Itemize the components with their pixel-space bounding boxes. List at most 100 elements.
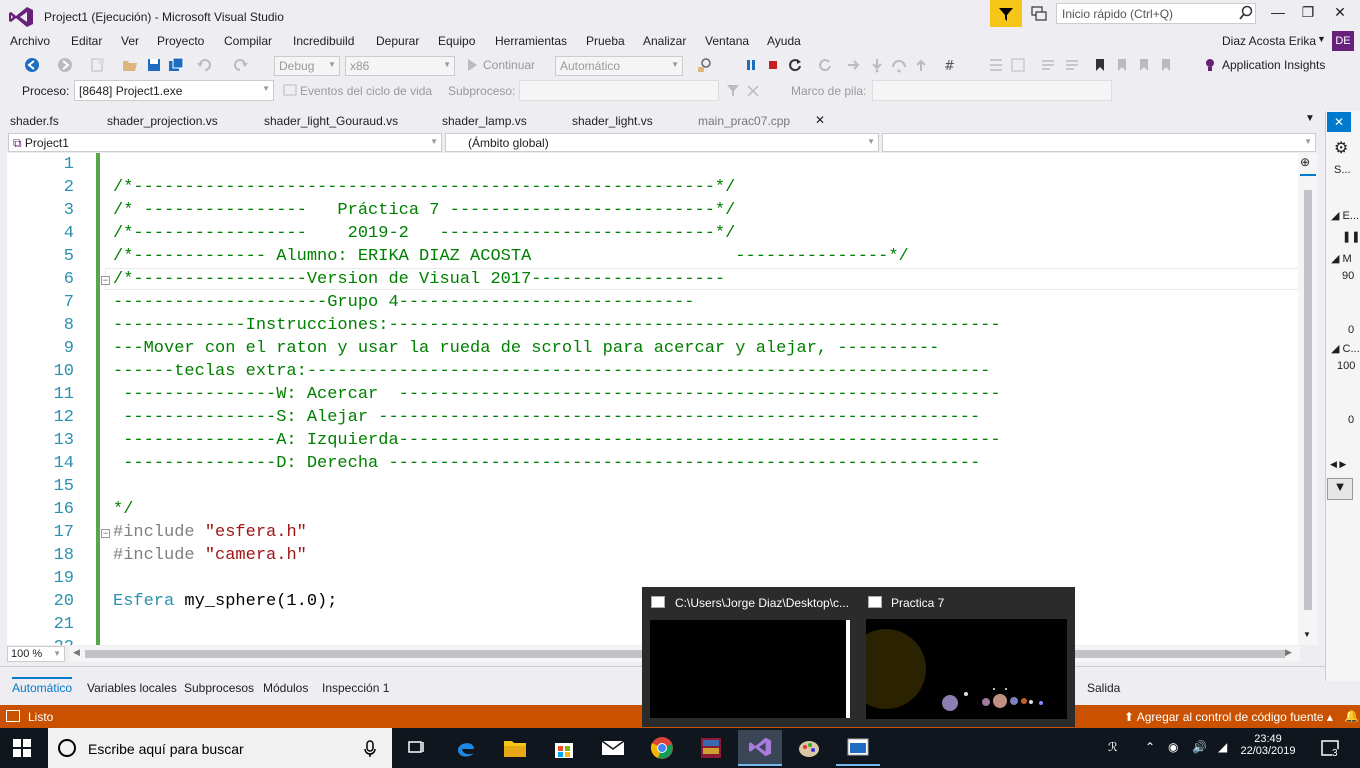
- menu-proyecto[interactable]: Proyecto: [157, 34, 204, 48]
- menu-ver[interactable]: Ver: [121, 34, 139, 48]
- chevron-down-icon[interactable]: ▼: [1305, 113, 1315, 124]
- tab-shader-fs[interactable]: shader.fs: [10, 111, 59, 131]
- threads-icon[interactable]: [988, 57, 1004, 73]
- opengl-scene-thumbnail[interactable]: [866, 619, 1067, 719]
- flag-threads-icon[interactable]: [746, 84, 760, 98]
- menu-equipo[interactable]: Equipo: [438, 34, 475, 48]
- chevron-up-icon[interactable]: ⌃: [1145, 740, 1155, 754]
- restore-button[interactable]: ❐: [1294, 4, 1322, 24]
- tab-inspeccion[interactable]: Inspección 1: [322, 681, 389, 695]
- tab-shader-light[interactable]: shader_light.vs: [572, 111, 653, 131]
- restart-icon[interactable]: [787, 57, 803, 73]
- application-insights-button[interactable]: Application Insights: [1222, 58, 1325, 72]
- scroll-left-icon[interactable]: ◀: [73, 647, 80, 658]
- navigate-forward-icon[interactable]: [57, 57, 73, 73]
- menu-editar[interactable]: Editar: [71, 34, 102, 48]
- chrome-icon[interactable]: [640, 730, 684, 766]
- quick-launch-input[interactable]: Inicio rápido (Ctrl+Q): [1056, 3, 1256, 24]
- console-preview-thumbnail[interactable]: [650, 620, 850, 718]
- chevron-down-icon[interactable]: ▼: [1317, 34, 1326, 44]
- code-editor[interactable]: 1 2 3 4 5 6 7 8 9 10 11 12 13 14 15 16 1…: [7, 153, 1317, 645]
- solution-platform-select[interactable]: x86 ▼: [345, 56, 455, 76]
- windows-start-icon[interactable]: [12, 738, 32, 758]
- scroll-right-icon[interactable]: ▶: [1285, 647, 1292, 658]
- paint-icon[interactable]: [787, 730, 831, 766]
- preview-title-console[interactable]: C:\Users\Jorge Diaz\Desktop\c...: [675, 596, 849, 610]
- stop-icon[interactable]: [765, 57, 781, 73]
- tab-modulos[interactable]: Módulos: [263, 681, 308, 695]
- tab-shader-light-gouraud[interactable]: shader_light_Gouraud.vs: [264, 111, 398, 131]
- menu-herramientas[interactable]: Herramientas: [495, 34, 567, 48]
- tab-automatico[interactable]: Automático: [12, 677, 73, 695]
- collapse-icon[interactable]: −: [101, 529, 110, 538]
- search-icon[interactable]: [1238, 5, 1254, 21]
- tab-subprocesos[interactable]: Subprocesos: [184, 681, 254, 695]
- store-icon[interactable]: [542, 730, 586, 766]
- visual-studio-taskbar-icon[interactable]: [738, 730, 782, 766]
- breakpoint-list-icon[interactable]: [1010, 57, 1026, 73]
- action-center-icon[interactable]: [1320, 738, 1342, 760]
- stack-frame-select[interactable]: [872, 80, 1112, 101]
- feedback-icon[interactable]: [1030, 5, 1048, 23]
- save-icon[interactable]: [146, 57, 162, 73]
- step-over-icon[interactable]: [891, 57, 907, 73]
- events-section[interactable]: ◢ E...: [1331, 209, 1359, 222]
- file-explorer-icon[interactable]: [493, 730, 537, 766]
- minimize-button[interactable]: —: [1264, 4, 1292, 24]
- step-out-icon[interactable]: [913, 57, 929, 73]
- tab-shader-projection[interactable]: shader_projection.vs: [107, 111, 218, 131]
- user-avatar[interactable]: DE: [1332, 31, 1354, 51]
- play-icon[interactable]: [464, 57, 480, 73]
- task-view-icon[interactable]: [395, 730, 439, 766]
- show-next-statement-icon[interactable]: [846, 57, 862, 73]
- pause-icon[interactable]: [743, 57, 759, 73]
- pause-icon[interactable]: ❚❚: [1342, 230, 1360, 243]
- uncomment-icon[interactable]: [1064, 57, 1080, 73]
- new-project-icon[interactable]: [89, 57, 105, 73]
- solution-config-select[interactable]: Debug ▼: [274, 56, 340, 76]
- undo-icon[interactable]: [197, 57, 213, 73]
- save-all-icon[interactable]: [168, 57, 184, 73]
- source-control-button[interactable]: ⬆ Agregar al control de código fuente ▴: [1124, 710, 1333, 724]
- people-icon[interactable]: ℛ: [1108, 740, 1118, 754]
- filter-button[interactable]: ▼: [1327, 478, 1353, 500]
- mail-icon[interactable]: [591, 730, 635, 766]
- opengl-window-taskbar-icon[interactable]: [836, 730, 880, 766]
- scrollbar-thumb[interactable]: [1304, 190, 1312, 610]
- zoom-select[interactable]: 100 % ▼: [7, 646, 65, 662]
- close-icon[interactable]: ✕: [1327, 112, 1351, 132]
- hot-reload-icon[interactable]: [817, 57, 833, 73]
- open-folder-icon[interactable]: [122, 57, 138, 73]
- collapse-icon[interactable]: −: [101, 276, 110, 285]
- project-select[interactable]: ⧉ Project1 ▼: [8, 133, 442, 152]
- menu-prueba[interactable]: Prueba: [586, 34, 625, 48]
- system-clock[interactable]: 23:49 22/03/2019: [1240, 733, 1296, 757]
- preview-title-practica[interactable]: Practica 7: [891, 596, 944, 610]
- tab-variables-locales[interactable]: Variables locales: [87, 681, 177, 695]
- tab-salida[interactable]: Salida: [1087, 681, 1120, 695]
- menu-ventana[interactable]: Ventana: [705, 34, 749, 48]
- microphone-icon[interactable]: [364, 740, 376, 758]
- step-into-icon[interactable]: [869, 57, 885, 73]
- edge-icon[interactable]: [444, 730, 488, 766]
- next-bookmark-icon[interactable]: [1136, 57, 1152, 73]
- lightbulb-icon[interactable]: [1202, 57, 1218, 73]
- menu-archivo[interactable]: Archivo: [10, 34, 50, 48]
- wifi-icon[interactable]: ◢: [1218, 740, 1227, 754]
- tray-app-icon[interactable]: ◉: [1168, 740, 1178, 754]
- scroll-left-right-icon[interactable]: ◀ ▶: [1330, 459, 1346, 470]
- chevron-down-icon[interactable]: ▼: [1303, 630, 1311, 639]
- clear-bookmarks-icon[interactable]: [1158, 57, 1174, 73]
- filter-icon[interactable]: [726, 84, 740, 98]
- lifecycle-events-button[interactable]: Eventos del ciclo de vida: [300, 84, 432, 98]
- scope-select[interactable]: (Ámbito global) ▼: [445, 133, 879, 152]
- memory-section[interactable]: ◢ M: [1331, 252, 1352, 265]
- menu-analizar[interactable]: Analizar: [643, 34, 686, 48]
- notification-bell-icon[interactable]: 🔔: [1344, 709, 1359, 723]
- menu-depurar[interactable]: Depurar: [376, 34, 419, 48]
- tab-shader-lamp[interactable]: shader_lamp.vs: [442, 111, 527, 131]
- redo-icon[interactable]: [232, 57, 248, 73]
- subprocess-select[interactable]: [519, 80, 719, 101]
- volume-icon[interactable]: 🔊: [1192, 740, 1207, 754]
- bookmark-icon[interactable]: [1092, 57, 1108, 73]
